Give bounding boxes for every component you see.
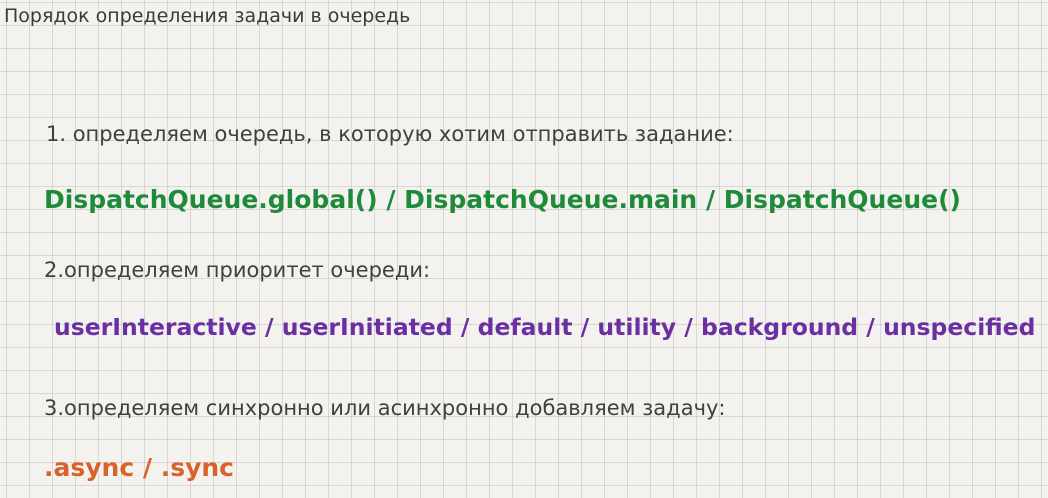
slide-title: Порядок определения задачи в очередь xyxy=(4,5,411,27)
step-2-text: 2.определяем приоритет очереди: xyxy=(44,258,431,282)
step-1-text: 1. определяем очередь, в которую хотим о… xyxy=(46,122,734,146)
step-1-code: DispatchQueue.global() / DispatchQueue.m… xyxy=(44,185,961,214)
step-2-code: userInteractive / userInitiated / defaul… xyxy=(54,313,1036,341)
step-3-code: .async / .sync xyxy=(44,453,234,482)
slide: Порядок определения задачи в очередь 1. … xyxy=(0,0,1048,498)
step-3-text: 3.определяем синхронно или асинхронно до… xyxy=(44,396,726,420)
